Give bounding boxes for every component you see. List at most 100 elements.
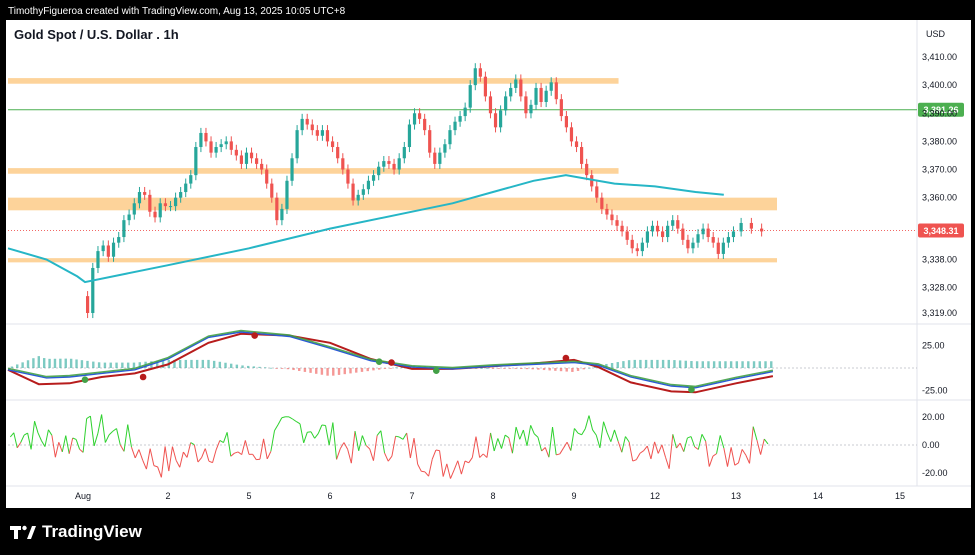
candle-body <box>204 132 208 142</box>
candle-body <box>660 231 665 238</box>
macd-histogram-bar <box>132 362 136 368</box>
candle-body <box>122 220 126 238</box>
macd-histogram-bar <box>326 368 329 376</box>
candle-body <box>106 245 110 257</box>
candle-body <box>524 96 528 114</box>
candle-body <box>101 245 105 252</box>
time-tick-label: 15 <box>895 491 905 501</box>
macd-histogram-bar <box>126 362 130 368</box>
candle-body <box>117 237 121 243</box>
macd-histogram-bar <box>741 361 744 368</box>
macd-histogram-bar <box>190 359 193 368</box>
candle-body <box>443 144 447 153</box>
candle-body <box>179 192 183 198</box>
price-tick-label: 3,410.00 <box>922 52 957 62</box>
macd-cross-dot <box>251 332 258 339</box>
symbol-title[interactable]: Gold Spot / U.S. Dollar . 1h <box>14 27 179 42</box>
macd-histogram-bar <box>735 361 739 368</box>
candle-body <box>549 82 553 91</box>
macd-histogram-bar <box>281 368 284 369</box>
time-tick-label: 2 <box>165 491 170 501</box>
candle-body <box>265 169 269 184</box>
candle-body <box>163 203 168 207</box>
candle-body <box>224 141 228 145</box>
macd-histogram-bar <box>616 362 619 368</box>
price-tick-label: 3,400.00 <box>922 80 957 90</box>
macd-histogram-bar <box>764 361 767 368</box>
macd-histogram-bar <box>548 368 551 371</box>
macd-histogram-bar <box>201 359 205 368</box>
candle-body <box>392 163 396 170</box>
macd-histogram-bar <box>633 359 636 368</box>
time-tick-label: 14 <box>813 491 823 501</box>
time-tick-label: 8 <box>490 491 495 501</box>
time-tick-label: 7 <box>409 491 414 501</box>
candle-body <box>564 116 569 128</box>
candle-body <box>143 192 147 195</box>
candle-body <box>412 113 417 125</box>
macd-histogram-bar <box>684 360 687 368</box>
oscillator-tick-label: -20.00 <box>922 468 948 478</box>
candle-body <box>630 239 634 249</box>
macd-histogram-bar <box>349 368 352 374</box>
macd-histogram-bar <box>378 368 381 370</box>
macd-histogram-bar <box>264 367 267 369</box>
candle-body <box>249 152 254 159</box>
candle-body <box>468 85 472 108</box>
macd-histogram-bar <box>97 362 101 368</box>
macd-histogram-bar <box>559 368 563 372</box>
macd-histogram-bar <box>690 361 693 368</box>
candle-body <box>407 124 412 148</box>
price-tick-label: 3,360.00 <box>922 193 957 203</box>
candle-body <box>610 214 614 221</box>
candle-body <box>371 175 376 181</box>
candle-body <box>605 208 609 215</box>
candle-body <box>346 169 350 184</box>
macd-histogram-bar <box>707 361 710 368</box>
support-resistance-zone <box>8 197 777 211</box>
candle-body <box>244 152 249 164</box>
oscillator-segment <box>435 449 440 452</box>
candle-body <box>681 228 685 240</box>
macd-cross-dot <box>433 367 440 375</box>
candle-body <box>509 87 513 97</box>
macd-histogram-bar <box>235 364 239 368</box>
candle-body <box>315 130 319 136</box>
brand-logo[interactable]: TradingView <box>10 520 142 544</box>
chart-background <box>6 20 971 508</box>
candle-body <box>504 96 508 111</box>
macd-histogram-bar <box>92 361 95 368</box>
chart-canvas[interactable]: 3,391.263,348.31 USD 3,410.003,400.003,3… <box>0 0 975 555</box>
price-tick-label: 3,370.00 <box>922 165 957 175</box>
macd-histogram-bar <box>360 368 364 372</box>
candle-body <box>650 225 655 232</box>
candle-body <box>706 228 710 238</box>
candle-body <box>711 237 715 243</box>
macd-histogram-bar <box>315 368 318 374</box>
candle-body <box>91 267 95 313</box>
candle-body <box>234 149 238 156</box>
macd-histogram-bar <box>525 368 529 370</box>
currency-label: USD <box>926 29 946 39</box>
macd-histogram-bar <box>752 361 756 368</box>
macd-histogram-bar <box>303 368 307 372</box>
candle-body <box>463 107 467 117</box>
macd-histogram-bar <box>491 368 495 369</box>
price-tick-label: 3,319.00 <box>922 308 957 318</box>
candle-body <box>721 242 725 254</box>
macd-histogram-bar <box>395 367 398 369</box>
macd-cross-dot <box>81 376 89 384</box>
candle-body <box>351 183 355 201</box>
candle-body <box>111 242 116 257</box>
macd-histogram-bar <box>42 358 46 368</box>
candle-body <box>514 79 518 88</box>
macd-histogram-bar <box>229 363 233 368</box>
macd-histogram-bar <box>178 359 182 368</box>
candle-body <box>448 130 452 145</box>
macd-histogram-bar <box>121 362 124 368</box>
macd-histogram-bar <box>650 359 653 368</box>
macd-histogram-bar <box>480 368 483 369</box>
macd-histogram-bar <box>627 360 631 368</box>
candle-body <box>285 180 289 209</box>
candle-body <box>574 141 579 148</box>
